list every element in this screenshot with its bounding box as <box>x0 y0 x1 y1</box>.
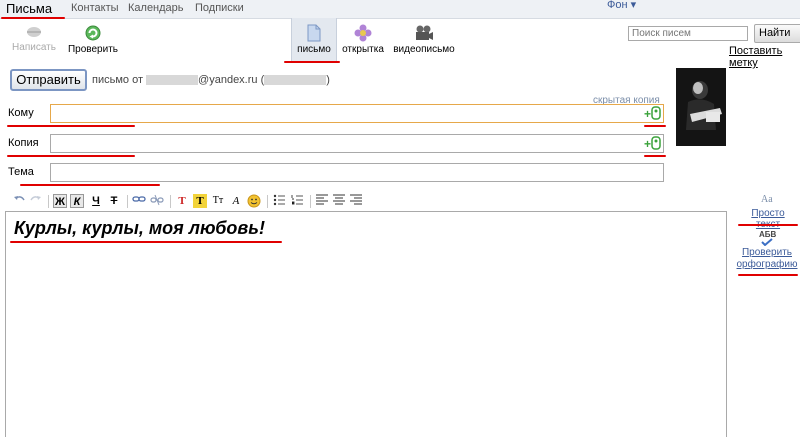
unlink-button[interactable] <box>150 194 164 208</box>
write-label: Написать <box>12 42 56 53</box>
from-prefix: письмо от <box>92 74 143 86</box>
theme-dropdown[interactable]: Фон ▾ <box>607 0 636 11</box>
from-suffix: ) <box>326 74 330 86</box>
unlink-icon <box>150 194 164 206</box>
camera-icon <box>416 25 433 40</box>
refresh-icon <box>85 25 101 41</box>
avatar-photo <box>676 68 726 146</box>
align-center-button[interactable] <box>332 194 346 208</box>
font-size-button[interactable]: Тт <box>211 194 225 208</box>
video-letter-button[interactable]: видеописьмо <box>392 24 456 55</box>
highlight-underline <box>1 17 65 19</box>
redacted-username <box>146 75 199 86</box>
message-body-editor[interactable]: Курлы, курлы, моя любовь! <box>5 211 727 437</box>
strikethrough-button[interactable]: Т <box>107 194 121 208</box>
align-left-icon <box>316 194 328 205</box>
highlight-underline <box>7 125 135 127</box>
separator <box>170 195 171 208</box>
to-field[interactable]: + <box>50 104 664 123</box>
set-label-link[interactable]: Поставить метку <box>729 45 800 69</box>
bullet-list-icon <box>273 194 285 206</box>
check-mail-button[interactable]: Проверить <box>66 24 120 55</box>
avatar <box>676 68 726 146</box>
redo-icon <box>30 196 41 201</box>
separator <box>127 195 128 208</box>
highlight-underline <box>10 241 282 243</box>
align-left-button[interactable] <box>315 194 329 208</box>
send-button[interactable]: Отправить <box>10 69 87 91</box>
text-color-button[interactable]: Т <box>175 194 189 208</box>
undo-button[interactable] <box>12 194 26 208</box>
highlight-underline <box>20 184 160 186</box>
separator <box>267 195 268 208</box>
highlight-underline <box>284 61 340 63</box>
search-button[interactable]: Найти <box>754 24 800 43</box>
plus-label: + <box>643 107 651 121</box>
align-center-icon <box>333 194 345 205</box>
write-icon <box>27 27 41 37</box>
tab-letters[interactable]: Письма <box>6 1 52 16</box>
tab-subscriptions[interactable]: Подписки <box>195 2 244 14</box>
highlight-underline <box>738 224 798 226</box>
top-navigation: Письма Контакты Календарь Подписки Фон ▾ <box>0 0 800 19</box>
numbered-list-icon <box>291 195 303 205</box>
cc-label: Копия <box>8 137 39 149</box>
search-input[interactable] <box>628 26 748 41</box>
sender-info: письмо от @yandex.ru () <box>92 74 330 86</box>
redo-button[interactable] <box>29 194 43 208</box>
contact-book-icon <box>651 136 661 150</box>
undo-icon <box>14 196 25 201</box>
link-icon <box>132 196 146 202</box>
postcard-label: открытка <box>342 44 384 55</box>
align-right-icon <box>350 194 362 205</box>
highlight-underline <box>644 155 666 157</box>
document-icon <box>307 24 321 42</box>
flower-icon <box>354 24 372 42</box>
highlight-underline <box>644 125 666 127</box>
tab-calendar[interactable]: Календарь <box>128 2 184 14</box>
bold-button[interactable]: Ж <box>53 194 67 208</box>
font-button[interactable]: А <box>229 194 243 208</box>
subject-label: Тема <box>8 166 34 178</box>
letter-label: письмо <box>297 44 331 55</box>
letter-button[interactable]: письмо <box>291 18 337 62</box>
separator <box>48 195 49 208</box>
plain-text-link[interactable]: Просто текст <box>738 208 798 230</box>
message-body-text: Курлы, курлы, моя любовь! <box>14 218 265 238</box>
to-label: Кому <box>8 107 34 119</box>
checkmark-icon <box>761 238 773 246</box>
highlight-underline <box>7 155 135 157</box>
highlight-color-button[interactable]: Т <box>193 194 207 208</box>
link-button[interactable] <box>132 194 146 208</box>
video-label: видеописьмо <box>393 44 455 55</box>
cc-field[interactable]: + <box>50 134 664 153</box>
italic-button[interactable]: К <box>70 194 84 208</box>
plus-label: + <box>643 137 651 151</box>
add-contact-button[interactable]: + <box>644 106 661 121</box>
write-button[interactable]: Написать <box>12 24 56 53</box>
add-cc-contact-button[interactable]: + <box>644 136 661 151</box>
tab-contacts[interactable]: Контакты <box>71 2 119 14</box>
postcard-button[interactable]: открытка <box>340 24 386 55</box>
numbered-list-button[interactable] <box>290 194 304 208</box>
underline-button[interactable]: Ч <box>89 194 103 208</box>
bullet-list-button[interactable] <box>272 194 286 208</box>
emoji-button[interactable] <box>247 194 261 208</box>
plain-text-icon: Aa <box>761 194 773 205</box>
subject-field[interactable] <box>50 163 664 182</box>
contact-book-icon <box>651 106 661 120</box>
separator <box>310 195 311 208</box>
highlight-underline <box>738 274 798 276</box>
redacted-name <box>264 75 327 86</box>
from-email: @yandex.ru ( <box>198 74 265 86</box>
smiley-icon <box>247 194 261 208</box>
align-right-button[interactable] <box>349 194 363 208</box>
check-label: Проверить <box>67 44 118 55</box>
spell-check-link[interactable]: Проверить орфографию <box>735 247 799 271</box>
